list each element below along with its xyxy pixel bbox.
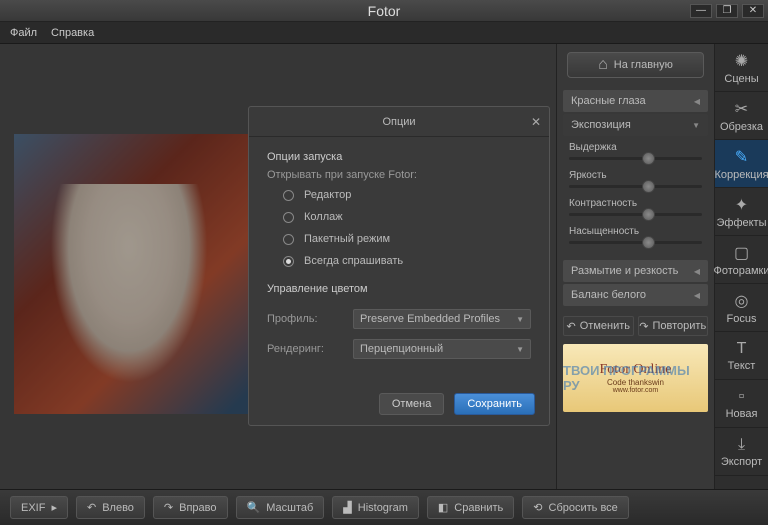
right-icon: ↷ bbox=[164, 501, 173, 514]
slider-label-shutter: Выдержка bbox=[569, 142, 702, 153]
watermark-text: ТВОИ ПРОГРАММЫ РУ bbox=[563, 344, 708, 412]
focus-icon: ◎ bbox=[735, 291, 749, 311]
footer-toolbar: EXIF▸ ↶Влево ↷Вправо 🔍Масштаб ▟Histogram ◧Сра… bbox=[0, 489, 768, 525]
tool-focus[interactable]: ◎Focus bbox=[715, 284, 768, 332]
slider-contrast[interactable] bbox=[569, 213, 702, 216]
chevron-left-icon: ◀ bbox=[694, 97, 700, 106]
promo-banner[interactable]: Fotor Online Code thankswin www.fotor.co… bbox=[563, 344, 708, 412]
footer-right-button[interactable]: ↷Вправо bbox=[153, 496, 228, 519]
radio-пакетный-режим[interactable]: Пакетный режим bbox=[283, 233, 531, 245]
tool-scenes[interactable]: ✺Сцены bbox=[715, 44, 768, 92]
accordion-red-eye[interactable]: Красные глаза◀ bbox=[563, 90, 708, 112]
new-icon: ▫ bbox=[739, 388, 745, 406]
options-dialog: Опции ✕ Опции запуска Открывать при запу… bbox=[248, 106, 550, 426]
profile-label: Профиль: bbox=[267, 313, 345, 325]
slider-thumb[interactable] bbox=[642, 208, 655, 221]
app-title: Fotor bbox=[368, 3, 401, 19]
canvas-area: Опции ✕ Опции запуска Открывать при запу… bbox=[0, 44, 556, 489]
histogram-icon: ▟ bbox=[343, 501, 351, 514]
tool-frames[interactable]: ▢Фоторамки bbox=[715, 236, 768, 284]
accordion-blur[interactable]: Размытие и резкость◀ bbox=[563, 260, 708, 282]
tool-text[interactable]: TТекст bbox=[715, 332, 768, 380]
footer-compare-button[interactable]: ◧Сравнить bbox=[427, 496, 514, 519]
radio-icon bbox=[283, 234, 294, 245]
save-button[interactable]: Сохранить bbox=[454, 393, 535, 415]
undo-button[interactable]: ↶Отменить bbox=[563, 316, 634, 336]
redo-icon: ↷ bbox=[639, 320, 648, 333]
effects-icon: ✦ bbox=[735, 195, 748, 215]
radio-icon bbox=[283, 190, 294, 201]
home-icon: ⌂ bbox=[598, 56, 608, 74]
minimize-button[interactable]: — bbox=[690, 4, 712, 18]
dialog-title: Опции bbox=[382, 116, 415, 128]
footer-left-button[interactable]: ↶Влево bbox=[76, 496, 145, 519]
text-icon: T bbox=[737, 340, 747, 358]
render-label: Рендеринг: bbox=[267, 343, 345, 355]
dialog-header: Опции ✕ bbox=[249, 107, 549, 137]
chevron-down-icon: ▼ bbox=[692, 121, 700, 130]
chevron-right-icon: ▸ bbox=[51, 501, 57, 514]
profile-select[interactable]: Preserve Embedded Profiles ▼ bbox=[353, 309, 531, 329]
redo-button[interactable]: ↷Повторить bbox=[638, 316, 709, 336]
slider-saturation[interactable] bbox=[569, 241, 702, 244]
export-icon: ⤓ bbox=[738, 436, 745, 454]
accordion-exposure[interactable]: Экспозиция▼ bbox=[563, 114, 708, 136]
footer-histogram-button[interactable]: ▟Histogram bbox=[332, 496, 419, 519]
left-icon: ↶ bbox=[87, 501, 96, 514]
tool-crop[interactable]: ✂Обрезка bbox=[715, 92, 768, 140]
radio-коллаж[interactable]: Коллаж bbox=[283, 211, 531, 223]
undo-icon: ↶ bbox=[567, 320, 576, 333]
chevron-down-icon: ▼ bbox=[516, 315, 524, 324]
chevron-down-icon: ▼ bbox=[516, 345, 524, 354]
tool-new[interactable]: ▫Новая bbox=[715, 380, 768, 428]
tool-correction[interactable]: ✎Коррекция bbox=[715, 140, 768, 188]
accordions-wb[interactable]: Баланс белого◀ bbox=[563, 284, 708, 306]
compare-icon: ◧ bbox=[438, 501, 448, 514]
correction-icon: ✎ bbox=[735, 147, 748, 167]
menubar: Файл Справка bbox=[0, 22, 768, 44]
slider-label-brightness: Яркость bbox=[569, 170, 702, 181]
render-select[interactable]: Перцепционный ▼ bbox=[353, 339, 531, 359]
maximize-button[interactable]: ❐ bbox=[716, 4, 738, 18]
cancel-button[interactable]: Отмена bbox=[379, 393, 444, 415]
window-controls: — ❐ ✕ bbox=[690, 4, 764, 18]
tool-export[interactable]: ⤓Экспорт bbox=[715, 428, 768, 476]
slider-thumb[interactable] bbox=[642, 180, 655, 193]
slider-shutter[interactable] bbox=[569, 157, 702, 160]
footer-exif-button[interactable]: EXIF▸ bbox=[10, 496, 68, 519]
frames-icon: ▢ bbox=[734, 243, 749, 263]
tool-rail: ✺Сцены✂Обрезка✎Коррекция✦Эффекты▢Фоторам… bbox=[714, 44, 768, 489]
close-button[interactable]: ✕ bbox=[742, 4, 764, 18]
home-button[interactable]: ⌂ На главную bbox=[567, 52, 704, 78]
scale-icon: 🔍 bbox=[247, 501, 261, 514]
dialog-close-icon[interactable]: ✕ bbox=[531, 115, 541, 129]
color-section-title: Управление цветом bbox=[267, 283, 531, 295]
slider-brightness[interactable] bbox=[569, 185, 702, 188]
radio-редактор[interactable]: Редактор bbox=[283, 189, 531, 201]
footer-reset-button[interactable]: ⟲Сбросить все bbox=[522, 496, 629, 519]
footer-scale-button[interactable]: 🔍Масштаб bbox=[236, 496, 325, 519]
titlebar: Fotor — ❐ ✕ bbox=[0, 0, 768, 22]
slider-label-saturation: Насыщенность bbox=[569, 226, 702, 237]
slider-thumb[interactable] bbox=[642, 236, 655, 249]
chevron-left-icon: ◀ bbox=[694, 291, 700, 300]
radio-всегда-спрашивать[interactable]: Всегда спрашивать bbox=[283, 255, 531, 267]
chevron-left-icon: ◀ bbox=[694, 267, 700, 276]
menu-file[interactable]: Файл bbox=[10, 27, 37, 39]
reset-icon: ⟲ bbox=[533, 501, 542, 514]
scenes-icon: ✺ bbox=[735, 51, 748, 71]
menu-help[interactable]: Справка bbox=[51, 27, 94, 39]
slider-thumb[interactable] bbox=[642, 152, 655, 165]
right-panel: ⌂ На главную Красные глаза◀ Экспозиция▼ … bbox=[556, 44, 714, 489]
slider-label-contrast: Контрастность bbox=[569, 198, 702, 209]
crop-icon: ✂ bbox=[735, 99, 748, 119]
launch-section-title: Опции запуска bbox=[267, 151, 531, 163]
launch-section-sub: Открывать при запуске Fotor: bbox=[267, 169, 531, 181]
radio-icon bbox=[283, 256, 294, 267]
radio-icon bbox=[283, 212, 294, 223]
tool-effects[interactable]: ✦Эффекты bbox=[715, 188, 768, 236]
